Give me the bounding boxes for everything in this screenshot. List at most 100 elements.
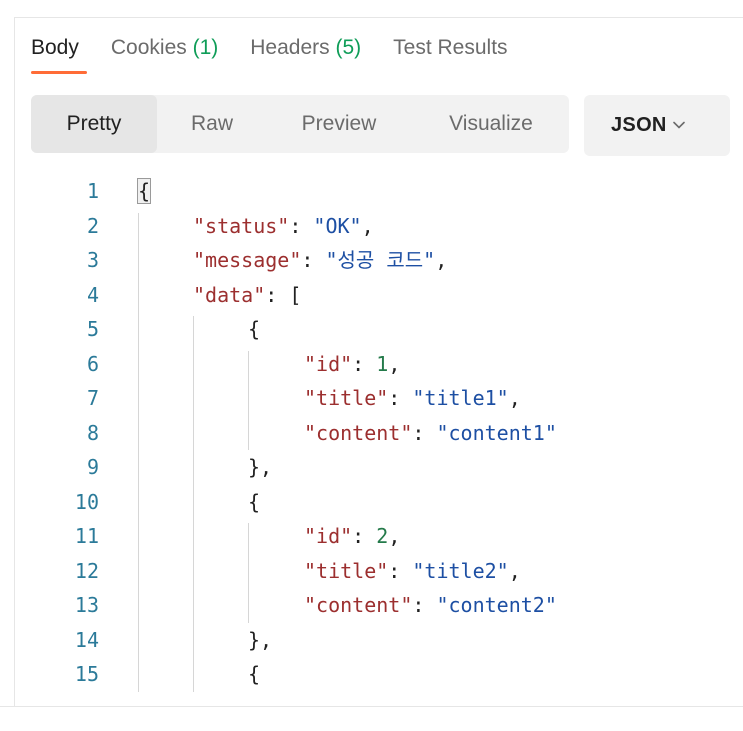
code-text: { bbox=[248, 485, 260, 520]
line-number: 9 bbox=[86, 455, 99, 479]
code-line: 11 "id": 2, bbox=[0, 519, 743, 554]
json-punctuation: : bbox=[352, 524, 377, 548]
code-text: { bbox=[248, 657, 260, 692]
panel-bottom-border bbox=[0, 706, 743, 707]
code-line: 14}, bbox=[0, 623, 743, 658]
code-text: "title": "title2", bbox=[304, 554, 521, 589]
tab-body-label: Body bbox=[31, 36, 79, 59]
code-text: }, bbox=[248, 623, 272, 658]
json-punctuation: : bbox=[289, 213, 314, 238]
json-string: "성공 코드" bbox=[325, 248, 436, 272]
json-punctuation: , bbox=[361, 213, 374, 238]
mode-visualize-button[interactable]: Visualize bbox=[427, 95, 555, 153]
json-punctuation: { bbox=[136, 178, 152, 204]
line-number: 10 bbox=[74, 489, 99, 514]
json-punctuation: : bbox=[388, 558, 413, 583]
code-line: 1{ bbox=[0, 174, 743, 209]
json-punctuation: , bbox=[435, 248, 448, 272]
line-number: 14 bbox=[74, 627, 99, 652]
json-key: "message" bbox=[193, 248, 302, 272]
format-dropdown-value: JSON bbox=[611, 114, 667, 136]
mode-pretty-button[interactable]: Pretty bbox=[31, 95, 157, 153]
chevron-down-icon bbox=[673, 121, 685, 129]
line-number: 4 bbox=[86, 282, 99, 307]
json-key: "data" bbox=[193, 282, 266, 307]
code-line: 12 "title": "title2", bbox=[0, 554, 743, 589]
code-text: "content": "content2" bbox=[304, 588, 557, 623]
code-text: "status": "OK", bbox=[193, 209, 374, 244]
json-punctuation: : bbox=[412, 593, 437, 617]
code-text: "id": 1, bbox=[304, 347, 400, 382]
code-line: 5{ bbox=[0, 312, 743, 347]
line-number: 15 bbox=[74, 662, 99, 686]
line-number: 8 bbox=[86, 420, 99, 445]
json-punctuation: { bbox=[248, 489, 261, 514]
line-number: 13 bbox=[74, 593, 99, 617]
code-line: 15 { bbox=[0, 657, 743, 692]
line-number: 2 bbox=[86, 213, 99, 238]
line-number: 5 bbox=[86, 317, 99, 341]
tab-test-results[interactable]: Test Results bbox=[393, 34, 507, 74]
line-number: 12 bbox=[74, 558, 99, 583]
code-text: "message": "성공 코드", bbox=[193, 243, 447, 278]
code-line: 4 "data": [ bbox=[0, 278, 743, 313]
code-text: { bbox=[136, 174, 152, 209]
code-line: 13 "content": "content2" bbox=[0, 588, 743, 623]
json-string: "title1" bbox=[412, 386, 509, 410]
json-string: "OK" bbox=[313, 213, 362, 238]
line-number: 11 bbox=[74, 524, 99, 548]
json-key: "id" bbox=[304, 351, 353, 376]
json-punctuation: }, bbox=[248, 455, 273, 479]
json-string: "title2" bbox=[412, 558, 509, 583]
json-key: "title" bbox=[304, 386, 389, 410]
json-key: "status" bbox=[193, 213, 290, 238]
code-line: 6 "id": 1, bbox=[0, 347, 743, 382]
code-line: 8 "content": "content1" bbox=[0, 416, 743, 451]
json-punctuation: { bbox=[248, 317, 261, 341]
code-line: 3 "message": "성공 코드", bbox=[0, 243, 743, 278]
tab-cookies[interactable]: Cookies (1) bbox=[111, 34, 218, 74]
json-key: "content" bbox=[304, 420, 413, 445]
mode-raw-button[interactable]: Raw bbox=[171, 95, 253, 153]
json-punctuation: : bbox=[301, 248, 326, 272]
json-key: "content" bbox=[304, 593, 413, 617]
line-number: 3 bbox=[86, 248, 99, 272]
json-key: "title" bbox=[304, 558, 389, 583]
json-punctuation: : bbox=[352, 351, 377, 376]
tab-cookies-count: (1) bbox=[192, 36, 219, 59]
json-key: "id" bbox=[304, 524, 353, 548]
json-punctuation: { bbox=[248, 662, 261, 686]
json-punctuation: }, bbox=[248, 627, 273, 652]
format-dropdown[interactable]: JSON bbox=[584, 95, 730, 156]
code-line: 9}, bbox=[0, 450, 743, 485]
view-mode-selector: Pretty Raw Preview Visualize bbox=[31, 95, 569, 153]
json-punctuation: : bbox=[388, 386, 413, 410]
json-punctuation: , bbox=[388, 351, 401, 376]
json-punctuation: : [ bbox=[265, 282, 302, 307]
tab-headers-count: (5) bbox=[335, 36, 362, 59]
json-string: "content2" bbox=[436, 593, 557, 617]
json-number: 2 bbox=[376, 524, 389, 548]
json-punctuation: : bbox=[412, 420, 437, 445]
code-text: }, bbox=[248, 450, 272, 485]
json-string: "content1" bbox=[436, 420, 557, 445]
tab-test-results-label: Test Results bbox=[393, 36, 508, 59]
json-punctuation: , bbox=[388, 524, 401, 548]
mode-preview-button[interactable]: Preview bbox=[277, 95, 401, 153]
code-text: "content": "content1" bbox=[304, 416, 557, 451]
json-number: 1 bbox=[376, 351, 389, 376]
code-text: "id": 2, bbox=[304, 519, 400, 554]
json-punctuation: , bbox=[508, 386, 521, 410]
response-tabs: Body Cookies (1) Headers (5) Test Result… bbox=[31, 34, 540, 74]
tab-headers[interactable]: Headers (5) bbox=[250, 34, 361, 74]
line-number: 1 bbox=[86, 179, 99, 203]
line-number: 6 bbox=[86, 351, 99, 376]
line-number: 7 bbox=[86, 386, 99, 410]
code-text: "data": [ bbox=[193, 278, 301, 313]
tab-headers-label: Headers bbox=[250, 36, 330, 59]
json-punctuation: , bbox=[508, 558, 521, 583]
tab-body[interactable]: Body bbox=[31, 34, 87, 74]
response-body-editor[interactable]: 1{2 "status": "OK", 3 "message": "성공 코드", 4 "… bbox=[0, 174, 743, 694]
code-line: 2 "status": "OK", bbox=[0, 209, 743, 244]
code-line: 10 { bbox=[0, 485, 743, 520]
